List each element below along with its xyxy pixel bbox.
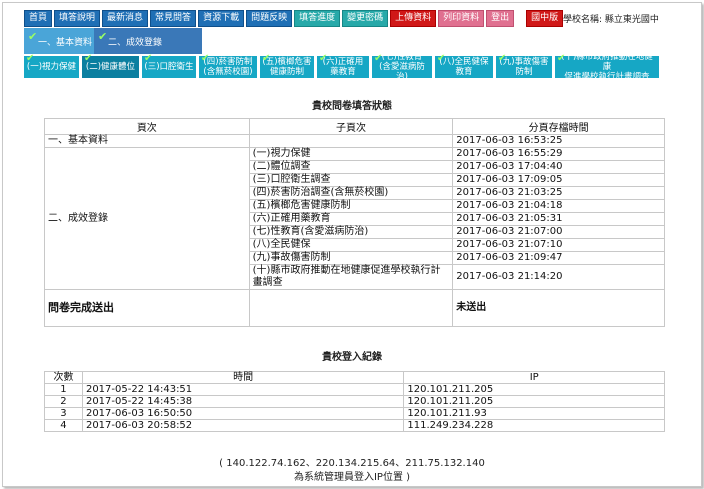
check-icon: ✔ — [319, 53, 328, 64]
check-icon: ✔ — [26, 53, 35, 64]
step-effect[interactable]: ✔ 二、成效登錄 — [94, 28, 202, 54]
ip-cell: 111.249.234.228 — [403, 419, 665, 432]
nav-downloads-button[interactable]: 資源下載 — [198, 10, 245, 27]
col-ip: IP — [403, 371, 665, 384]
page-cell: 一、基本資料 — [44, 134, 250, 148]
check-icon: ✔ — [498, 53, 507, 64]
check-icon: ✔ — [437, 53, 446, 64]
nav-print-button[interactable]: 列印資料 — [438, 10, 485, 27]
subpage-cell: (九)事故傷害防制 — [248, 251, 454, 265]
table-row: 4 2017-06-03 20:58:52 111.249.234.228 — [44, 419, 665, 432]
submit-row: 問卷完成送出 未送出 — [44, 289, 665, 327]
subtab-tobacco[interactable]: ✔ (四)菸害防制 (含無菸校園) — [199, 53, 257, 78]
check-icon: ✔ — [262, 53, 271, 64]
table-row: 3 2017-06-03 16:50:50 120.101.211.93 — [44, 407, 665, 420]
check-icon: ✔ — [144, 53, 153, 64]
nav-instructions-button[interactable]: 填答說明 — [54, 10, 101, 27]
subtab-betel[interactable]: ✔ (五)檳榔危害 健康防制 — [260, 53, 314, 78]
ip-cell: 120.101.211.93 — [403, 407, 665, 420]
login-time-cell: 2017-05-22 14:43:51 — [81, 383, 405, 396]
admin-ip-list: ( 140.122.74.162、220.134.215.64、211.75.1… — [219, 458, 485, 469]
check-icon: ✔ — [201, 53, 210, 64]
time-cell: 2017-06-03 17:09:05 — [452, 173, 665, 187]
col-login-time: 時間 — [81, 371, 405, 384]
login-time-cell: 2017-06-03 20:58:52 — [81, 419, 405, 432]
table-row: 二、成效登錄 (一)視力保健 2017-06-03 16:55:29 — [44, 147, 665, 290]
time-cell: 2017-06-03 21:09:47 — [452, 251, 665, 265]
ip-cell: 120.101.211.205 — [403, 383, 665, 396]
nav-report-button[interactable]: 問題反映 — [246, 10, 293, 27]
submit-label: 問卷完成送出 — [44, 289, 250, 327]
col-count: 次數 — [44, 371, 83, 384]
nav-password-button[interactable]: 變更密碼 — [342, 10, 389, 27]
survey-table: 頁次 子頁次 分頁存檔時間 一、基本資料 2017-06-03 16:53:25… — [44, 118, 665, 327]
subpage-cell: (三)口腔衛生調查 — [248, 173, 454, 187]
count-cell: 1 — [44, 383, 83, 396]
subpage-cell: (八)全民健保 — [248, 238, 454, 252]
subpage-cell: (五)檳榔危害健康防制 — [248, 199, 454, 213]
login-time-cell: 2017-06-03 16:50:50 — [81, 407, 405, 420]
page-cell: 二、成效登錄 — [44, 147, 250, 290]
table-row: 2 2017-05-22 14:45:38 120.101.211.205 — [44, 395, 665, 408]
subtab-county[interactable]: ✔ (十)縣市政府推動在地健康 促進學校執行計畫調查 — [555, 52, 659, 82]
subtab-injury[interactable]: ✔ (九)事故傷害 防制 — [496, 53, 552, 78]
nav-news-button[interactable]: 最新消息 — [102, 10, 149, 27]
ip-cell: 120.101.211.205 — [403, 395, 665, 408]
subpage-cell: (一)視力保健 — [248, 147, 454, 161]
subpage-cell: (十)縣市政府推動在地健康促進學校執行計畫調查 — [248, 264, 454, 290]
check-icon: ✔ — [98, 30, 108, 43]
version-badge: 國中版 — [526, 10, 564, 27]
subpage-cell: (四)菸害防治調查(含無菸校園) — [248, 186, 454, 200]
col-time: 分頁存檔時間 — [452, 118, 665, 135]
step-tabs: ✔ 一、基本資料 ✔ 二、成效登錄 — [24, 28, 202, 54]
count-cell: 3 — [44, 407, 83, 420]
subpage-cell: (二)體位調查 — [248, 160, 454, 174]
subpage-cell — [248, 134, 454, 148]
survey-title: 貴校問卷填答狀態 — [312, 101, 392, 112]
time-cell: 2017-06-03 21:04:18 — [452, 199, 665, 213]
time-cell: 2017-06-03 21:14:20 — [452, 264, 665, 290]
login-title: 貴校登入紀錄 — [322, 352, 382, 363]
check-icon: ✔ — [557, 53, 566, 64]
check-icon: ✔ — [374, 53, 383, 64]
subpage-cell: (六)正確用藥教育 — [248, 212, 454, 226]
col-page: 頁次 — [44, 118, 250, 135]
login-table: 次數 時間 IP 1 2017-05-22 14:43:51 120.101.211… — [44, 371, 665, 432]
col-subpage: 子頁次 — [248, 118, 454, 135]
time-cell: 2017-06-03 21:03:25 — [452, 186, 665, 200]
subtab-vision[interactable]: ✔ (一)視力保健 — [24, 53, 79, 78]
subpage-cell — [248, 289, 454, 327]
subtab-medication[interactable]: ✔ (六)正確用 藥教育 — [317, 53, 369, 78]
subtab-insurance[interactable]: ✔ (八)全民健保 教育 — [435, 53, 493, 78]
time-cell: 2017-06-03 21:07:00 — [452, 225, 665, 239]
time-cell: 2017-06-03 16:53:25 — [452, 134, 665, 148]
time-cell: 2017-06-03 21:07:10 — [452, 238, 665, 252]
count-cell: 4 — [44, 419, 83, 432]
time-cell: 2017-06-03 17:04:40 — [452, 160, 665, 174]
time-cell: 2017-06-03 16:55:29 — [452, 147, 665, 161]
table-row: 一、基本資料 2017-06-03 16:53:25 — [44, 134, 665, 148]
subtab-body[interactable]: ✔ (二)健康體位 — [82, 53, 139, 78]
subtab-sex-ed[interactable]: ✔ (七)性教育 (含愛滋病防治) — [372, 52, 432, 82]
submit-status: 未送出 — [452, 289, 665, 327]
check-icon: ✔ — [84, 53, 93, 64]
nav-logout-button[interactable]: 登出 — [486, 10, 515, 27]
table-row: 1 2017-05-22 14:43:51 120.101.211.205 — [44, 383, 665, 396]
check-icon: ✔ — [28, 30, 38, 43]
subpage-cell: (七)性教育(含愛滋病防治) — [248, 225, 454, 239]
count-cell: 2 — [44, 395, 83, 408]
nav-progress-button[interactable]: 填答進度 — [294, 10, 341, 27]
admin-ip-note: 為系統管理員登入IP位置 ) — [293, 472, 411, 483]
school-name: 學校名稱: 縣立東光國中 — [563, 15, 659, 25]
nav-faq-button[interactable]: 常見問答 — [150, 10, 197, 27]
login-time-cell: 2017-05-22 14:45:38 — [81, 395, 405, 408]
subtab-oral[interactable]: ✔ (三)口腔衛生 — [142, 53, 196, 78]
nav-upload-button[interactable]: 上傳資料 — [390, 10, 437, 27]
time-cell: 2017-06-03 21:05:31 — [452, 212, 665, 226]
sub-tabs: ✔ (一)視力保健 ✔ (二)健康體位 ✔ (三)口腔衛生 ✔ (四)菸害防制 (含無菸… — [24, 52, 659, 82]
